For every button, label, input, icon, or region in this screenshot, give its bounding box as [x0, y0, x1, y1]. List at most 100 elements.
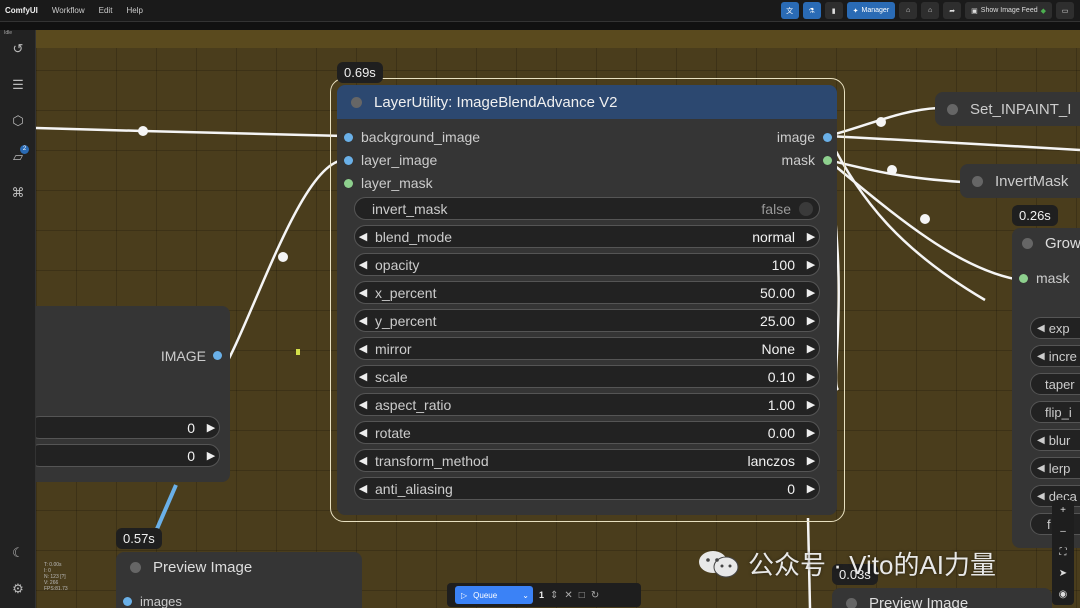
arrow-left-icon[interactable]: ◀: [355, 314, 371, 327]
arrow-left-icon[interactable]: ◀: [355, 482, 371, 495]
layer-mask-input-dot[interactable]: [344, 178, 353, 188]
left-image-node[interactable]: IMAGE 0 ▶ 0 ▶: [20, 306, 230, 482]
arrow-left-icon[interactable]: ◀: [355, 398, 371, 411]
layer-image-input-dot[interactable]: [344, 155, 353, 165]
stepper-icon[interactable]: ⇕: [550, 590, 558, 601]
bookmark-icon[interactable]: ▮: [824, 2, 843, 19]
grow-widget-4[interactable]: ◀ blur: [1030, 429, 1080, 451]
grow-widget-1[interactable]: ◀ incre: [1030, 345, 1080, 367]
toggle-knob[interactable]: [799, 201, 813, 216]
widget-blend-mode[interactable]: ◀ blend_mode normal ▶: [354, 225, 820, 248]
arrow-right-icon[interactable]: ▶: [803, 482, 819, 495]
mask-input-dot[interactable]: [1019, 273, 1028, 283]
queue-button[interactable]: ▷ Queue ⌄: [455, 586, 533, 604]
grow-widget-2[interactable]: taper: [1030, 373, 1080, 395]
folder-icon[interactable]: ▱ 2: [9, 145, 29, 166]
collapse-dot-icon[interactable]: [947, 103, 958, 115]
collapse-dot-icon[interactable]: [351, 96, 362, 108]
layout-icon[interactable]: ⌂: [899, 2, 918, 19]
menu-edit[interactable]: Edit: [99, 6, 113, 15]
arrow-left-icon[interactable]: ◀: [355, 230, 371, 243]
fit-view-icon[interactable]: ⛶: [1060, 547, 1067, 558]
manager-button[interactable]: ✦ Manager: [846, 2, 896, 19]
pointer-icon[interactable]: ➤: [1059, 568, 1067, 579]
widget-anti-aliasing[interactable]: ◀ anti_aliasing 0 ▶: [354, 477, 820, 500]
translate-icon[interactable]: 文: [780, 2, 799, 19]
stop-icon[interactable]: □: [579, 590, 585, 601]
collapse-dot-icon[interactable]: [1022, 237, 1033, 249]
arrow-right-icon[interactable]: ▶: [803, 286, 819, 299]
widget-aspect-ratio[interactable]: ◀ aspect_ratio 1.00 ▶: [354, 393, 820, 416]
widget-transform-method[interactable]: ◀ transform_method lanczos ▶: [354, 449, 820, 472]
arrow-left-icon[interactable]: ◀: [1037, 435, 1045, 446]
left-image-output-dot[interactable]: [213, 351, 222, 360]
widget-label: scale: [375, 368, 408, 385]
image-feed-button[interactable]: ▣ Show Image Feed ◆: [965, 2, 1052, 19]
history-icon[interactable]: ↺: [9, 40, 27, 58]
settings-gear-icon[interactable]: ⚙: [9, 580, 27, 598]
workflow-tree-icon[interactable]: ⌘: [9, 184, 27, 202]
widget-scale[interactable]: ◀ scale 0.10 ▶: [354, 365, 820, 388]
left-widget-2[interactable]: 0 ▶: [28, 444, 220, 467]
arrow-right-icon[interactable]: ▶: [203, 449, 219, 462]
main-node-title-bar[interactable]: LayerUtility: ImageBlendAdvance V2: [337, 85, 837, 119]
arrow-left-icon[interactable]: ◀: [355, 370, 371, 383]
mask-output-dot[interactable]: [823, 155, 832, 165]
collapse-dot-icon[interactable]: [972, 175, 983, 187]
flask-icon[interactable]: ⚗: [802, 2, 821, 19]
zoom-in-icon[interactable]: +: [1060, 505, 1066, 516]
preview-image-node-right[interactable]: Preview Image: [832, 588, 1052, 608]
arrow-left-icon[interactable]: ◀: [1037, 323, 1045, 334]
arrow-right-icon[interactable]: ▶: [803, 370, 819, 383]
invert-mask-node[interactable]: InvertMask: [960, 164, 1080, 198]
layout2-icon[interactable]: ⌂: [921, 2, 940, 19]
image-output-dot[interactable]: [823, 132, 832, 142]
grow-widget-3[interactable]: flip_i: [1030, 401, 1080, 423]
set-inpaint-node[interactable]: Set_INPAINT_I: [935, 92, 1080, 126]
close-icon[interactable]: ✕: [564, 590, 572, 601]
widget-mirror[interactable]: ◀ mirror None ▶: [354, 337, 820, 360]
refresh-icon[interactable]: ↻: [591, 590, 599, 601]
images-input-dot[interactable]: [123, 597, 132, 606]
cube-icon[interactable]: ⬡: [9, 112, 27, 130]
preview-image-node-left[interactable]: Preview Image images: [116, 552, 362, 608]
collapse-dot-icon[interactable]: [130, 561, 141, 573]
arrow-left-icon[interactable]: ◀: [1037, 463, 1045, 474]
arrow-left-icon[interactable]: ◀: [355, 258, 371, 271]
widget-invert-mask[interactable]: invert_mask false: [354, 197, 820, 220]
collapse-dot-icon[interactable]: [846, 597, 857, 608]
background-image-input-dot[interactable]: [344, 132, 353, 142]
arrow-right-icon[interactable]: ▶: [803, 454, 819, 467]
share-icon[interactable]: ➦: [943, 2, 962, 19]
widget-opacity[interactable]: ◀ opacity 100 ▶: [354, 253, 820, 276]
panel-icon[interactable]: ▭: [1056, 2, 1074, 19]
arrow-left-icon[interactable]: ◀: [355, 426, 371, 439]
arrow-left-icon[interactable]: ◀: [355, 342, 371, 355]
grow-widget-0[interactable]: ◀ exp: [1030, 317, 1080, 339]
grow-widget-5[interactable]: ◀ lerp: [1030, 457, 1080, 479]
arrow-left-icon[interactable]: ◀: [355, 454, 371, 467]
zoom-out-icon[interactable]: –: [1060, 526, 1066, 537]
moon-icon[interactable]: ☾: [9, 544, 27, 562]
eye-icon[interactable]: ◉: [1059, 589, 1068, 600]
left-widget-1[interactable]: 0 ▶: [28, 416, 220, 439]
arrow-right-icon[interactable]: ▶: [203, 421, 219, 434]
arrow-right-icon[interactable]: ▶: [803, 398, 819, 411]
arrow-right-icon[interactable]: ▶: [803, 342, 819, 355]
arrow-left-icon[interactable]: ◀: [355, 286, 371, 299]
widget-rotate[interactable]: ◀ rotate 0.00 ▶: [354, 421, 820, 444]
image-blend-advance-node[interactable]: LayerUtility: ImageBlendAdvance V2 backg…: [337, 85, 837, 515]
menu-workflow[interactable]: Workflow: [52, 6, 85, 15]
arrow-right-icon[interactable]: ▶: [803, 258, 819, 271]
chevron-down-icon[interactable]: ⌄: [522, 591, 529, 600]
widget-x-percent[interactable]: ◀ x_percent 50.00 ▶: [354, 281, 820, 304]
queue-count[interactable]: 1: [539, 590, 544, 600]
arrow-right-icon[interactable]: ▶: [803, 230, 819, 243]
queue-list-icon[interactable]: ☰: [9, 76, 27, 94]
arrow-right-icon[interactable]: ▶: [803, 426, 819, 439]
arrow-left-icon[interactable]: ◀: [1037, 491, 1045, 502]
arrow-right-icon[interactable]: ▶: [803, 314, 819, 327]
menu-help[interactable]: Help: [126, 6, 142, 15]
arrow-left-icon[interactable]: ◀: [1037, 351, 1045, 362]
widget-y-percent[interactable]: ◀ y_percent 25.00 ▶: [354, 309, 820, 332]
